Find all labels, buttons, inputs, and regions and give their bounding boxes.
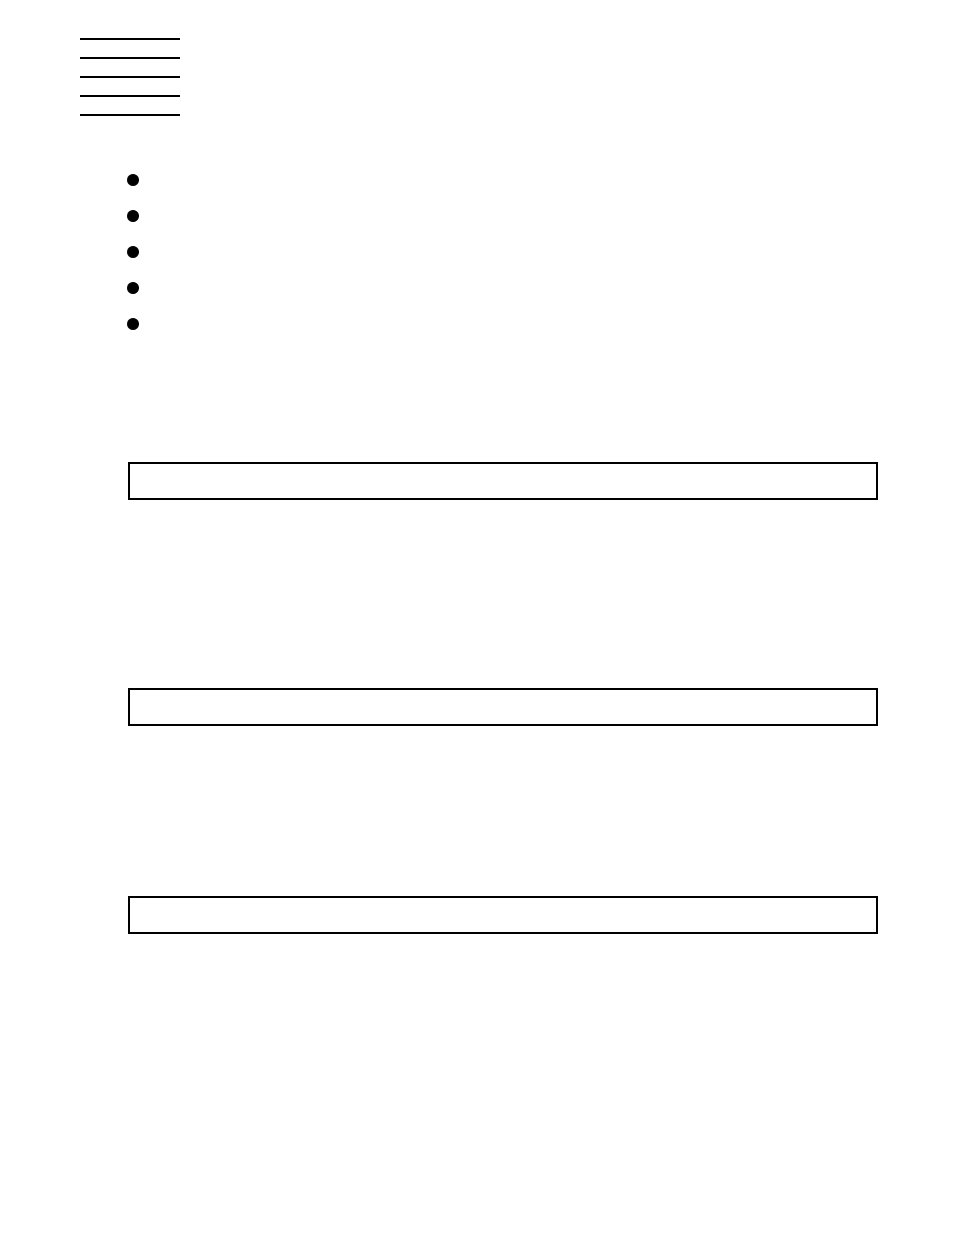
page [0, 0, 954, 1235]
bullet-item [127, 174, 139, 186]
outlined-box-3 [128, 896, 878, 934]
outlined-box-2 [128, 688, 878, 726]
horizontal-rule [80, 95, 180, 97]
horizontal-rule [80, 38, 180, 40]
horizontal-rule [80, 76, 180, 78]
bullet-item [127, 210, 139, 222]
bullet-item [127, 318, 139, 330]
horizontal-rule-stack [80, 38, 180, 133]
bullet-item [127, 282, 139, 294]
bullet-list [127, 174, 139, 354]
bullet-item [127, 246, 139, 258]
horizontal-rule [80, 57, 180, 59]
outlined-box-1 [128, 462, 878, 500]
horizontal-rule [80, 114, 180, 116]
